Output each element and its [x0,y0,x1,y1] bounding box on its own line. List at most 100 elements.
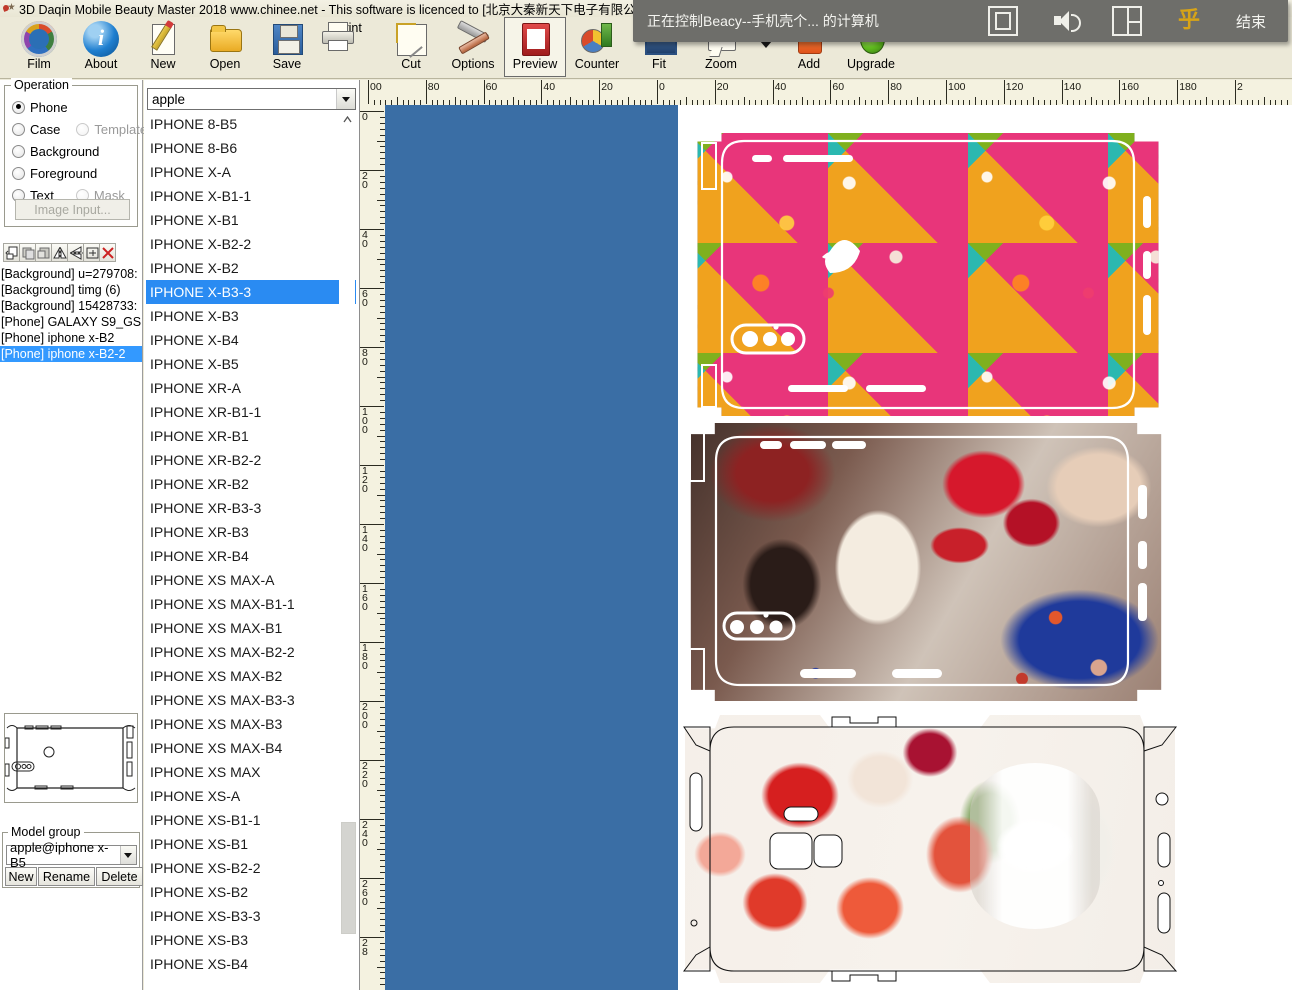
model-list-item[interactable]: IPHONE XS MAX [146,760,356,784]
radio-row-phone[interactable]: Phone [5,96,137,118]
layer-item[interactable]: [Background] 15428733: [0,298,142,314]
model-list-item[interactable]: IPHONE XR-B3 [146,520,356,544]
radio-template[interactable] [76,122,90,136]
model-group-select[interactable]: apple@iphone x-B5 [6,840,137,870]
model-list-item[interactable]: IPHONE XS MAX-B4 [146,736,356,760]
model-list-item[interactable]: IPHONE X-B4 [146,328,356,352]
ruler-label: 160 [362,583,368,613]
toolbar-button-about[interactable]: About [70,17,132,77]
toolbar-label: Add [797,57,821,71]
toolbar-button-options[interactable]: Options [442,17,504,77]
model-list-item[interactable]: IPHONE XR-B1 [146,424,356,448]
model-list-item[interactable]: IPHONE XR-B1-1 [146,400,356,424]
app-icon [2,2,16,15]
center-icon[interactable] [83,243,100,262]
layer-item[interactable]: [Phone] GALAXY S9_GS [0,314,142,330]
paste-icon[interactable] [35,243,52,262]
model-list-item[interactable]: IPHONE XR-B3-3 [146,496,356,520]
rename-group-button[interactable]: Rename [38,867,95,886]
duplicate-icon[interactable] [3,243,20,262]
radio-phone[interactable] [12,100,25,114]
ruler-label: 20 [362,170,368,191]
model-list[interactable]: IPHONE 8-B5 IPHONE 8-B6 IPHONE X-A IPHONE X… [146,112,356,986]
speaker-icon[interactable] [1052,8,1081,34]
radio-background[interactable] [12,144,25,158]
woman-with-roses-skin[interactable] [686,423,1166,701]
delete-icon[interactable] [99,243,116,262]
model-list-item[interactable]: IPHONE XS MAX-B1 [146,616,356,640]
toolbar-button-save[interactable]: Save [256,17,318,77]
radio-row-foreground[interactable]: Foreground [5,162,137,184]
image-input-button[interactable]: Image Input... [15,199,130,220]
model-list-item[interactable]: IPHONE XS MAX-B3 [146,712,356,736]
model-list-item[interactable]: IPHONE XS MAX-B2-2 [146,640,356,664]
layer-list[interactable]: [Background] u=279708: [Background] timg… [0,266,142,366]
end-session-button[interactable]: 结束 [1236,11,1266,32]
toolbar-button-film[interactable]: Film [8,17,70,77]
model-list-scrollbar[interactable] [339,112,356,986]
rose-bouquet-skin[interactable] [680,715,1180,983]
flip-horizontal-icon[interactable] [51,243,68,262]
toolbar-button-cut[interactable]: Cut [380,17,442,77]
layer-item[interactable]: [Phone] iphone x-B2 [0,330,142,346]
model-list-item[interactable]: IPHONE XR-B4 [146,544,356,568]
toolbar-button-counter[interactable]: Counter [566,17,628,77]
mandala-tile-skin[interactable] [688,133,1168,416]
model-list-item[interactable]: IPHONE XS-B3-3 [146,904,356,928]
model-list-item[interactable]: IPHONE XS-B3 [146,928,356,952]
radio-case[interactable] [12,122,25,136]
model-list-item-selected[interactable]: IPHONE X-B3-3 [146,280,356,304]
scrollbar-thumb[interactable] [341,822,356,934]
model-list-item[interactable]: IPHONE XS-B2-2 [146,856,356,880]
model-list-item[interactable]: IPHONE X-B1 [146,208,356,232]
chevron-up-icon[interactable] [339,112,355,126]
split-screen-icon[interactable] [1111,6,1142,36]
copy-icon[interactable] [19,243,36,262]
model-list-item[interactable]: IPHONE XS MAX-B2 [146,664,356,688]
model-list-item[interactable]: IPHONE XS MAX-B3-3 [146,688,356,712]
model-list-item[interactable]: IPHONE XS-B1-1 [146,808,356,832]
toolbar-button-open[interactable]: Open [194,17,256,77]
chevron-down-icon[interactable] [336,89,355,109]
fullscreen-icon[interactable] [987,6,1018,36]
model-list-item[interactable]: IPHONE XS MAX-B1-1 [146,592,356,616]
layer-item[interactable]: [Background] u=279708: [0,266,142,282]
model-list-item[interactable]: IPHONE XR-B2 [146,472,356,496]
toolbar-button-print[interactable]: Print [318,17,380,77]
model-list-item[interactable]: IPHONE X-B2-2 [146,232,356,256]
delete-group-button[interactable]: Delete [96,867,143,886]
radio-row-background[interactable]: Background [5,140,137,162]
model-list-item[interactable]: IPHONE 8-B6 [146,136,356,160]
toolbar-label: Open [209,57,241,71]
chevron-down-icon[interactable] [119,846,136,864]
model-list-item[interactable]: IPHONE XS MAX-A [146,568,356,592]
new-group-button[interactable]: New [5,867,37,886]
ruler-label: 120 [1005,81,1024,93]
model-list-item[interactable]: IPHONE X-B5 [146,352,356,376]
model-list-item[interactable]: IPHONE XS-B4 [146,952,356,976]
model-list-item[interactable]: IPHONE XS-B1 [146,832,356,856]
remote-control-message: 正在控制Beacy--手机壳个... 的计算机 [647,13,879,29]
model-list-item[interactable]: IPHONE XR-A [146,376,356,400]
model-list-item[interactable]: IPHONE X-B3 [146,304,356,328]
design-canvas[interactable] [385,105,1292,990]
ruler-label: 80 [427,81,440,93]
model-list-item[interactable]: IPHONE 8-B5 [146,112,356,136]
brand-logo-icon[interactable]: 乎 [1176,8,1202,34]
model-list-item[interactable]: IPHONE XS-B2 [146,880,356,904]
ruler-minor-tick [377,671,385,673]
toolbar-button-new[interactable]: New [132,17,194,77]
radio-foreground[interactable] [12,166,25,180]
toolbar-button-preview[interactable]: Preview [504,17,566,77]
model-list-item[interactable]: IPHONE X-B2 [146,256,356,280]
model-list-item[interactable]: IPHONE X-B1-1 [146,184,356,208]
model-list-item[interactable]: IPHONE XS-A [146,784,356,808]
layer-item-selected[interactable]: [Phone] iphone x-B2-2 [0,346,142,362]
brand-select[interactable]: apple [147,88,356,110]
page-sheet[interactable] [678,105,1292,990]
flip-vertical-icon[interactable] [67,243,84,262]
ruler-label: 20 [716,81,729,93]
model-list-item[interactable]: IPHONE X-A [146,160,356,184]
model-list-item[interactable]: IPHONE XR-B2-2 [146,448,356,472]
layer-item[interactable]: [Background] timg (6) [0,282,142,298]
